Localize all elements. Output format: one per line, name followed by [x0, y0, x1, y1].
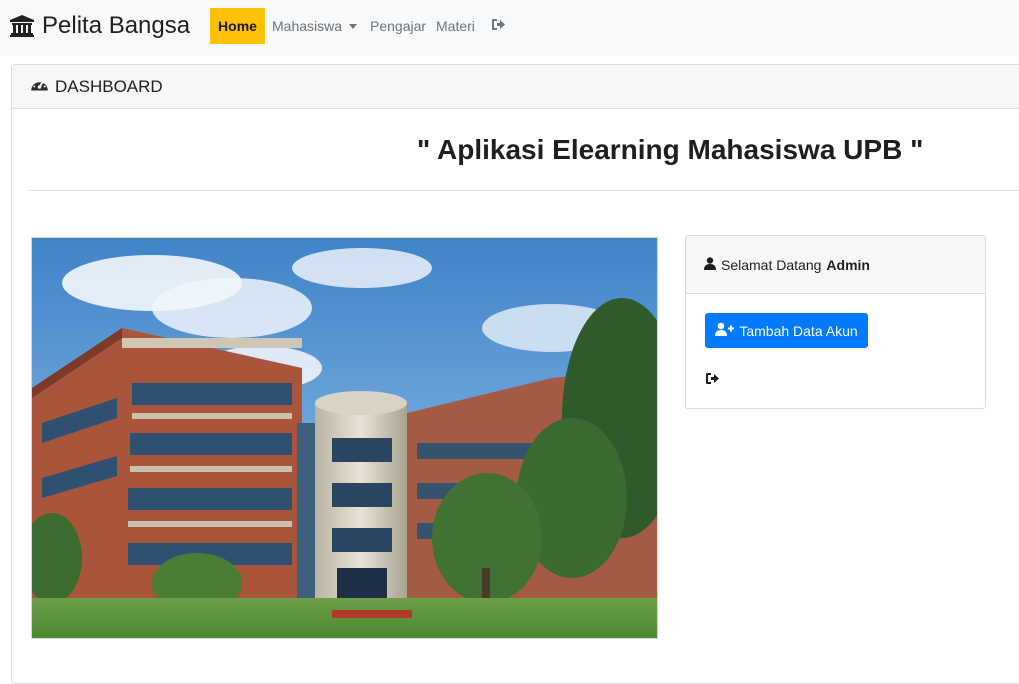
sign-out-icon: [491, 18, 506, 34]
page-title: " Aplikasi Elearning Mahasiswa UPB ": [417, 134, 924, 165]
brand-name: Pelita Bangsa: [42, 12, 191, 39]
welcome-header: Selamat Datang Admin: [686, 236, 985, 294]
user-plus-icon: [715, 322, 735, 339]
welcome-panel: Selamat Datang Admin Tambah Data Akun: [685, 235, 986, 409]
tachometer-icon: [30, 76, 49, 97]
user-icon: [704, 256, 716, 273]
nav-pengajar[interactable]: Pengajar: [370, 8, 426, 44]
add-account-button[interactable]: Tambah Data Akun: [705, 313, 868, 348]
top-navbar: Pelita Bangsa Home Mahasiswa Pengajar Ma…: [0, 0, 1019, 56]
nav-mahasiswa-dropdown[interactable]: Mahasiswa: [272, 8, 358, 44]
welcome-username: Admin: [826, 256, 870, 273]
divider: [29, 190, 1019, 191]
nav-materi[interactable]: Materi: [436, 8, 475, 44]
campus-building-image: [31, 237, 658, 639]
nav-home[interactable]: Home: [210, 8, 265, 44]
card-header: DASHBOARD: [12, 65, 1019, 109]
university-icon: [10, 15, 34, 37]
sign-out-icon: [705, 372, 720, 389]
brand-link[interactable]: Pelita Bangsa: [10, 8, 190, 44]
welcome-greeting: Selamat Datang: [721, 256, 822, 273]
nav-logout[interactable]: [491, 8, 506, 44]
card-title: DASHBOARD: [55, 76, 163, 96]
panel-logout-link[interactable]: [705, 372, 721, 386]
chevron-down-icon: [349, 23, 358, 29]
add-account-label: Tambah Data Akun: [739, 322, 858, 339]
nav-mahasiswa-label: Mahasiswa: [272, 18, 343, 34]
